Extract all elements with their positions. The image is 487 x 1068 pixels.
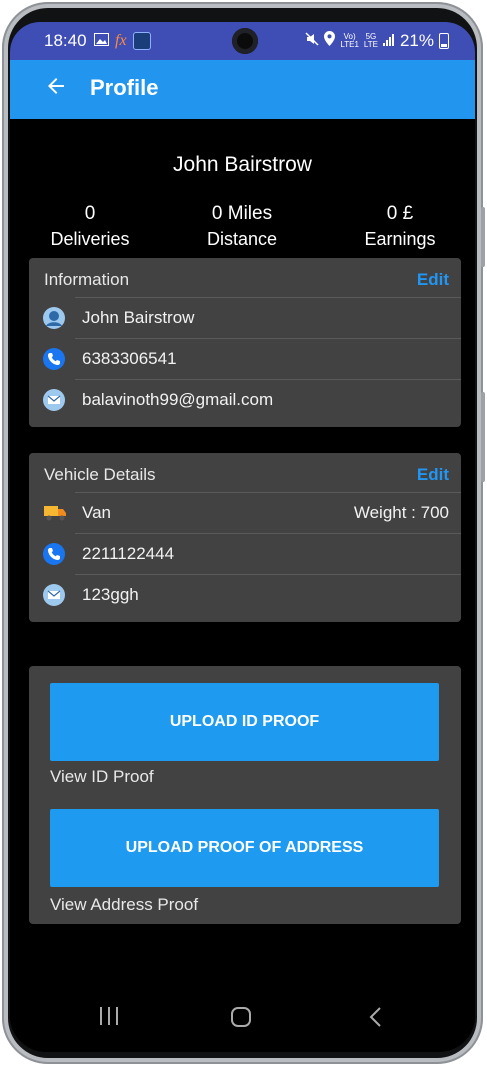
email-icon (43, 389, 65, 411)
information-edit-button[interactable]: Edit (417, 270, 449, 290)
phone-frame: 18:40 fx Vo) LTE1 5G LTE 21% Profile Joh… (2, 2, 485, 1064)
profile-name: John Bairstrow (173, 153, 312, 176)
status-system-icons: Vo) LTE1 5G LTE 21% (305, 31, 449, 51)
divider (75, 533, 461, 534)
vehicle-row-registration: 123ggh (29, 574, 461, 615)
info-row-email: balavinoth99@gmail.com (29, 379, 461, 420)
back-arrow-icon[interactable] (44, 74, 72, 102)
stat-label: Distance (206, 229, 278, 249)
divider (75, 379, 461, 380)
5g-indicator: 5G LTE (363, 32, 378, 49)
app-bar: Profile (10, 60, 475, 119)
stat-value: 0 £ (386, 203, 414, 224)
back-nav-icon[interactable] (368, 1006, 382, 1033)
location-icon (324, 31, 336, 51)
page-title: Profile (90, 75, 159, 100)
signal-icon (382, 31, 395, 51)
status-notification-icons: fx (94, 31, 151, 51)
vehicle-card: Vehicle Details Edit Van Weight : 700 22… (29, 453, 461, 622)
stat-value: 0 (84, 203, 96, 224)
phone-icon (43, 348, 65, 370)
status-time: 18:40 (44, 31, 87, 50)
divider (75, 574, 461, 575)
mute-icon (305, 31, 319, 51)
screen: 18:40 fx Vo) LTE1 5G LTE 21% Profile Joh… (10, 22, 475, 1052)
view-id-proof-link[interactable]: View ID Proof (50, 767, 154, 787)
stat-distance: 0 Miles Distance (192, 203, 292, 250)
stat-label: Earnings (364, 229, 436, 249)
vehicle-type: Van (82, 503, 111, 522)
upload-address-proof-button[interactable]: UPLOAD PROOF OF ADDRESS (50, 809, 439, 887)
information-card: Information Edit John Bairstrow 63833065… (29, 258, 461, 427)
vehicle-row-type: Van Weight : 700 (29, 492, 461, 533)
app-notification-icon (132, 32, 151, 50)
vehicle-heading: Vehicle Details (44, 465, 156, 484)
info-row-phone: 6383306541 (29, 338, 461, 379)
info-phone: 6383306541 (82, 349, 177, 368)
view-address-proof-link[interactable]: View Address Proof (50, 895, 198, 915)
vehicle-weight: Weight : 700 (353, 503, 449, 522)
vehicle-number: 2211122444 (82, 544, 175, 563)
volte-indicator: Vo) LTE1 (340, 32, 359, 49)
email-icon (43, 584, 65, 606)
stat-deliveries: 0 Deliveries (40, 203, 140, 250)
recent-apps-icon[interactable] (98, 1006, 120, 1031)
upload-id-proof-button[interactable]: UPLOAD ID PROOF (50, 683, 439, 761)
vehicle-registration: 123ggh (82, 585, 139, 604)
system-nav-bar (10, 982, 475, 1052)
battery-icon (439, 33, 449, 49)
front-camera (232, 28, 258, 54)
home-icon[interactable] (230, 1006, 252, 1033)
info-email: balavinoth99@gmail.com (82, 390, 274, 409)
gallery-icon (94, 31, 109, 51)
stat-label: Deliveries (50, 229, 130, 249)
vehicle-row-number: 2211122444 (29, 533, 461, 574)
phone-bezel: 18:40 fx Vo) LTE1 5G LTE 21% Profile Joh… (8, 8, 477, 1058)
volume-button (481, 207, 485, 267)
information-heading: Information (44, 270, 130, 289)
info-name: John Bairstrow (82, 308, 195, 327)
divider (75, 338, 461, 339)
avatar-icon (43, 307, 65, 329)
battery-percent: 21% (399, 31, 434, 50)
status-bar: 18:40 fx Vo) LTE1 5G LTE 21% (10, 22, 475, 60)
stat-earnings: 0 £ Earnings (350, 203, 450, 250)
info-row-name: John Bairstrow (29, 297, 461, 338)
vehicle-edit-button[interactable]: Edit (417, 465, 449, 485)
power-button (481, 392, 485, 482)
fx-app-icon: fx (115, 32, 127, 49)
documents-card: UPLOAD ID PROOF View ID Proof UPLOAD PRO… (29, 666, 461, 924)
phone-icon (43, 543, 65, 565)
truck-icon (43, 502, 66, 524)
stat-value: 0 Miles (211, 203, 273, 224)
divider (75, 492, 461, 493)
divider (75, 297, 461, 298)
